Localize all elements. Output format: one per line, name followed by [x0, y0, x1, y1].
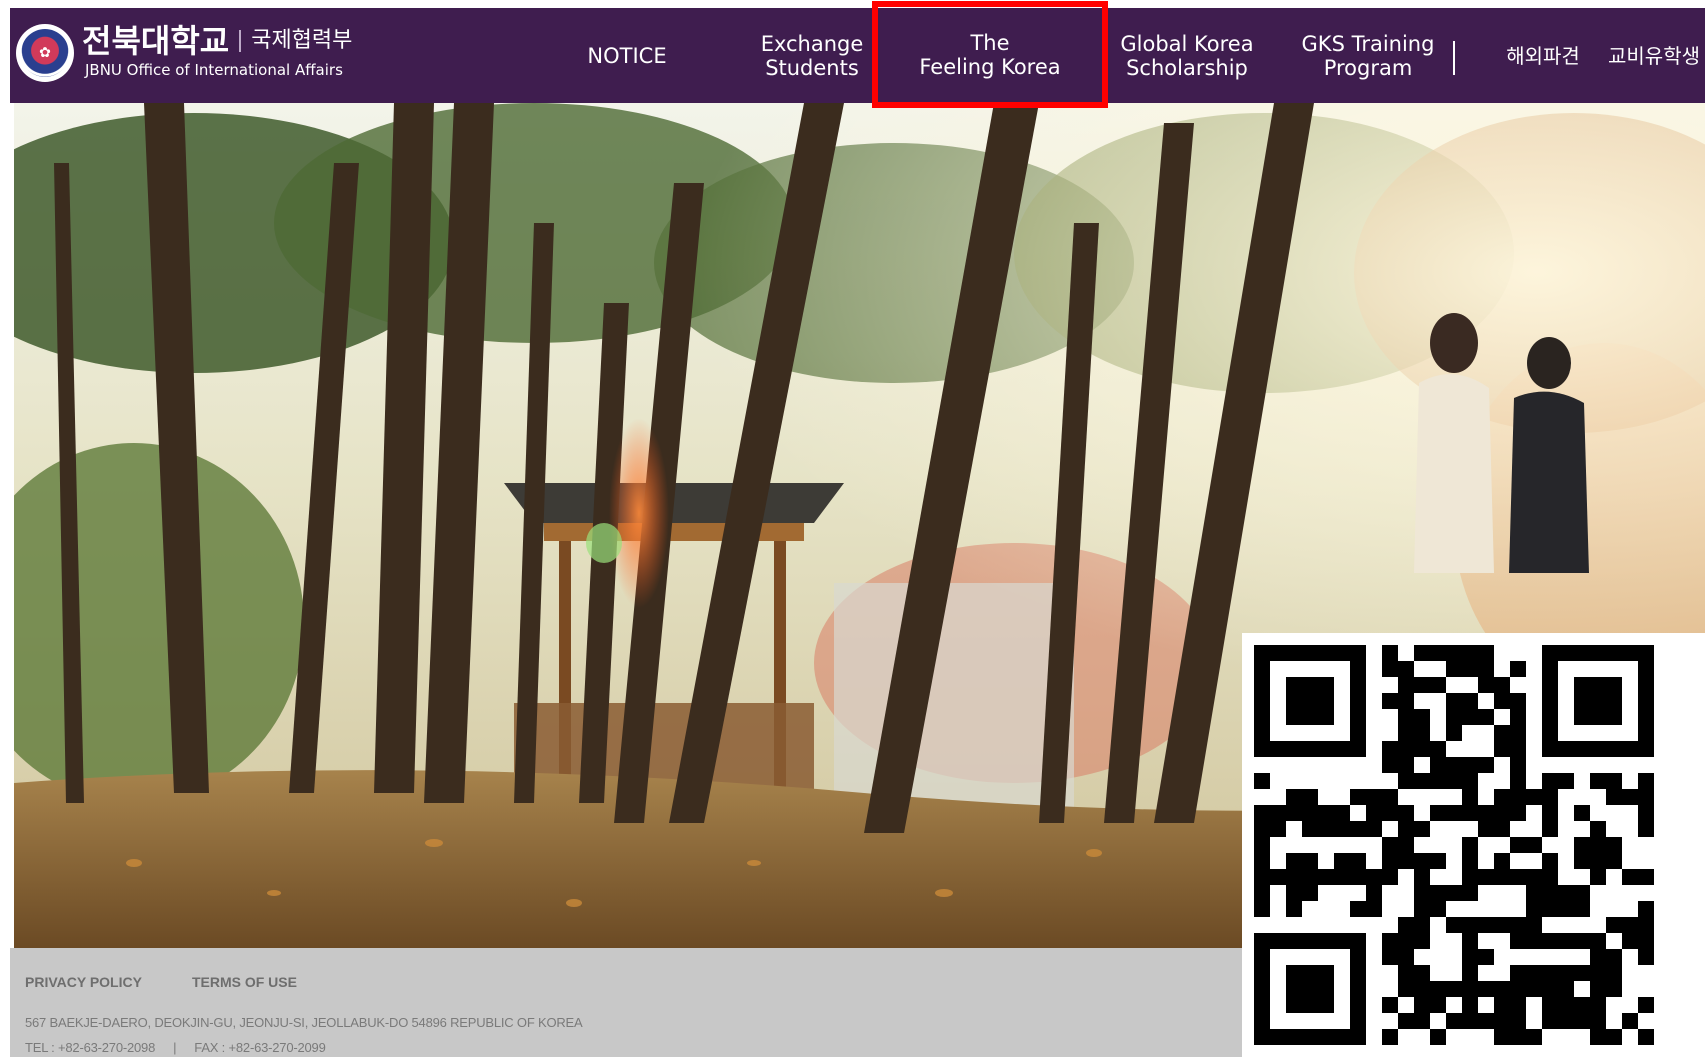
nav-notice-label: NOTICE — [587, 43, 667, 68]
qr-code-icon — [1242, 633, 1705, 1057]
page: ✿ 전북대학교 국제협력부 JBNU Office of Internation… — [0, 0, 1705, 1057]
office-english-name: JBNU Office of International Affairs — [85, 61, 343, 79]
nav-the-feeling-korea[interactable]: The Feeling Korea — [872, 1, 1108, 108]
footer-links: PRIVACY POLICY TERMS OF USE — [25, 974, 297, 990]
nav-exchange-students-label: Exchange Students — [760, 31, 864, 80]
site-header: ✿ 전북대학교 국제협력부 JBNU Office of Internation… — [10, 1, 1705, 108]
footer-contact: TEL : +82-63-270-2098 | FAX : +82-63-270-2… — [25, 1040, 326, 1055]
nav-notice[interactable]: NOTICE — [562, 8, 692, 103]
home-logo-link[interactable]: ✿ 전북대학교 국제협력부 JBNU Office of Internation… — [16, 22, 352, 82]
nav-overseas-dispatch[interactable]: 해외파견 — [1488, 8, 1598, 103]
nav-gks-training-program[interactable]: GKS Training Program — [1288, 8, 1448, 103]
nav-divider — [1453, 41, 1455, 75]
nav-overseas-dispatch-label: 해외파견 — [1506, 43, 1580, 68]
nav-the-feeling-korea-label: The Feeling Korea — [919, 30, 1061, 79]
footer-tel: TEL : +82-63-270-2098 — [25, 1040, 156, 1055]
footer-fax: FAX : +82-63-270-2099 — [194, 1040, 326, 1055]
terms-of-use-link[interactable]: TERMS OF USE — [192, 974, 297, 990]
nav-global-korea-scholarship-label: Global Korea Scholarship — [1120, 31, 1254, 80]
department-name: 국제협력부 — [251, 28, 353, 53]
footer-address: 567 BAEKJE-DAERO, DEOKJIN-GU, JEONJU-SI,… — [25, 1015, 583, 1030]
nav-global-korea-scholarship[interactable]: Global Korea Scholarship — [1102, 8, 1272, 103]
nav-school-funded-students[interactable]: 교비유학생 — [1608, 8, 1705, 103]
footer-separator: | — [173, 1040, 177, 1055]
nav-school-funded-students-label: 교비유학생 — [1608, 43, 1700, 68]
university-name: 전북대학교 — [82, 22, 230, 60]
logo-separator — [239, 30, 242, 52]
nav-exchange-students[interactable]: Exchange Students — [742, 8, 882, 103]
university-emblem-icon: ✿ — [16, 24, 74, 82]
privacy-policy-link[interactable]: PRIVACY POLICY — [25, 974, 142, 990]
nav-gks-training-program-label: GKS Training Program — [1301, 31, 1435, 80]
